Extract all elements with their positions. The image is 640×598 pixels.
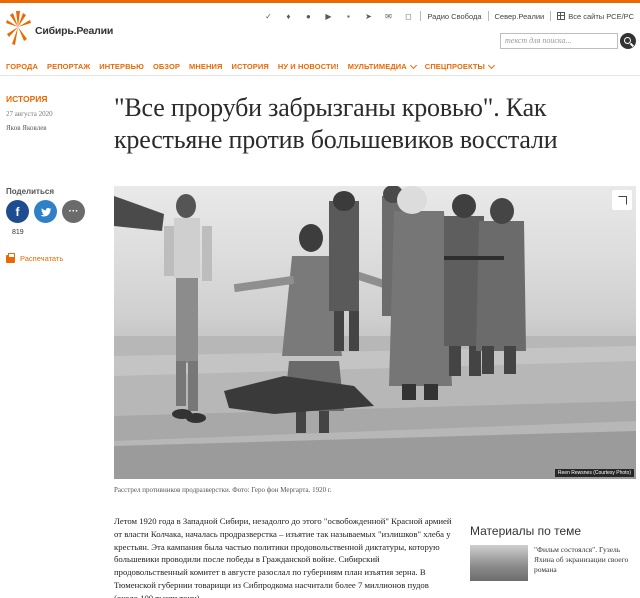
- article-body: Летом 1920 года в Западной Сибири, незад…: [114, 516, 452, 598]
- nav-item-istoriya[interactable]: ИСТОРИЯ: [232, 62, 269, 71]
- print-link[interactable]: Распечатать: [6, 252, 64, 263]
- site-header: Сибирь.Реалии ✓ ♦ ● ▶ ▪ ➤ ✉ ◻ Радио Своб…: [0, 3, 640, 57]
- search-input[interactable]: текст для поиска...: [500, 33, 618, 49]
- related-item[interactable]: "Фильм состоялся". Гузель Яхина об экран…: [470, 545, 636, 581]
- radio-svoboda-link[interactable]: Радио Свобода: [427, 12, 481, 21]
- nav-item-multimedia[interactable]: МУЛЬТИМЕДИА: [347, 61, 417, 71]
- nav-item-obzor[interactable]: ОБЗОР: [153, 62, 180, 71]
- related-thumbnail: [470, 545, 528, 581]
- odnoklassniki-icon[interactable]: ▪: [342, 10, 354, 22]
- article-date: 27 августа 2020: [6, 110, 53, 118]
- share-buttons: f ···: [6, 200, 90, 223]
- top-bar-links: ✓ ♦ ● ▶ ▪ ➤ ✉ ◻ Радио Свобода Север.Реал…: [254, 7, 634, 25]
- main-nav: ГОРОДА РЕПОРТАЖ ИНТЕРВЬЮ ОБЗОР МНЕНИЯ ИС…: [0, 58, 640, 76]
- nav-item-mneniya[interactable]: МНЕНИЯ: [189, 62, 222, 71]
- chevron-down-icon: [409, 61, 417, 69]
- object-left: [114, 196, 164, 231]
- chevron-down-icon: [487, 61, 496, 69]
- expand-icon: [617, 195, 627, 205]
- nav-item-intervyu[interactable]: ИНТЕРВЬЮ: [99, 62, 144, 71]
- all-sites-grid-icon: [557, 12, 566, 20]
- article-author[interactable]: Яков Яковлев: [6, 124, 47, 132]
- article-category[interactable]: ИСТОРИЯ: [6, 94, 48, 104]
- share-label: Поделиться: [6, 187, 55, 196]
- nav-item-reportazh[interactable]: РЕПОРТАЖ: [47, 62, 90, 71]
- logo-burst-icon: [6, 11, 31, 45]
- more-share-button[interactable]: ···: [62, 200, 85, 223]
- vk-icon[interactable]: ✓: [262, 10, 274, 22]
- email-icon[interactable]: ✉: [382, 10, 394, 22]
- divider: [550, 11, 552, 21]
- divider: [420, 11, 422, 21]
- search-button[interactable]: [620, 33, 636, 49]
- twitter-share-button[interactable]: [34, 200, 57, 223]
- youtube-icon[interactable]: ▶: [322, 10, 334, 22]
- divider: [487, 11, 489, 21]
- facebook-icon[interactable]: ●: [302, 10, 314, 22]
- print-label: Распечатать: [20, 254, 64, 263]
- twitter-icon[interactable]: ♦: [282, 10, 294, 22]
- photo-scene: [114, 186, 636, 479]
- related-item-text: "Фильм состоялся". Гузель Яхина об экран…: [534, 545, 629, 574]
- search-icon: [623, 36, 631, 44]
- site-logo[interactable]: Сибирь.Реалии: [6, 9, 113, 49]
- photo-credit: Reen Rewsnes (Courtesy Photo): [554, 469, 634, 477]
- all-sites-link[interactable]: Все сайты РСЕ/РС: [557, 12, 634, 21]
- photo-caption: Расстрел противников продразверстки. Фот…: [114, 486, 332, 494]
- nav-item-multimedia-label: МУЛЬТИМЕДИА: [347, 62, 407, 71]
- nav-item-novosti[interactable]: НУ И НОВОСТИ!: [278, 62, 339, 71]
- article-photo[interactable]: Reen Rewsnes (Courtesy Photo): [114, 186, 636, 479]
- printer-icon: [6, 252, 15, 263]
- facebook-share-button[interactable]: f: [6, 200, 29, 223]
- nav-item-specproekty[interactable]: СПЕЦПРОЕКТЫ: [424, 61, 496, 71]
- nav-item-goroda[interactable]: ГОРОДА: [6, 62, 38, 71]
- article-title: "Все проруби забрызганы кровью". Как кре…: [114, 93, 558, 154]
- logo-text: Сибирь.Реалии: [35, 25, 114, 37]
- telegram-icon[interactable]: ➤: [362, 10, 374, 22]
- expand-photo-button[interactable]: [612, 190, 632, 210]
- share-count: 819: [12, 229, 24, 236]
- related-title: Материалы по теме: [470, 524, 582, 538]
- sever-realii-link[interactable]: Север.Реалии: [495, 12, 545, 21]
- nav-item-specproekty-label: СПЕЦПРОЕКТЫ: [424, 62, 486, 71]
- instagram-icon[interactable]: ◻: [402, 10, 414, 22]
- twitter-bird-icon: [40, 207, 52, 216]
- all-sites-label: Все сайты РСЕ/РС: [568, 11, 634, 21]
